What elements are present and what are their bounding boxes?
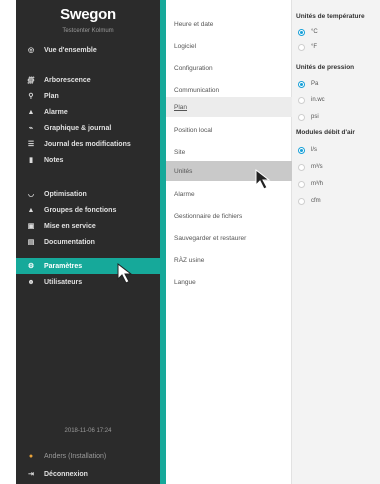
menu-item-configuration[interactable]: Configuration [166,58,292,78]
sidebar-item-label: Documentation [44,238,95,246]
user-icon: ● [28,452,34,460]
sidebar-item-label: Utilisateurs [44,278,83,286]
radio-psi[interactable]: psi [298,111,319,123]
sidebar-item-alarm[interactable]: ▲ Alarme [16,104,160,120]
sidebar-item-tree[interactable]: ∰ Arborescence [16,72,160,88]
bell-icon: ▲ [27,108,35,116]
units-panel: Unités de température °C °F Unités de pr… [292,0,380,484]
settings-menu: Heure et date Logiciel Configuration Com… [166,0,292,484]
sidebar-item-label: Notes [44,156,64,164]
gauge-icon: ◡ [27,191,35,198]
gear-icon: ⚙ [27,263,35,270]
temperature-units-title: Unités de température [296,13,365,20]
sidebar-item-label: Journal des modifications [44,140,131,148]
radio-inwc[interactable]: in.wc [298,94,325,106]
radio-cfm[interactable]: cfm [298,195,321,207]
radio-button[interactable] [298,113,305,121]
radio-button[interactable] [298,43,305,51]
timestamp: 2018-11-06 17:24 [64,428,112,434]
logout-button[interactable]: ⇥ Déconnexion [16,466,160,482]
user-label: Anders (Installation) [44,452,107,460]
menu-item-language[interactable]: Langue [166,272,292,292]
brand-logo: Swegon [60,6,116,23]
menu-item-time-date[interactable]: Heure et date [166,14,292,34]
logout-label: Déconnexion [44,470,88,478]
radio-button[interactable] [298,146,305,154]
tree-icon: ∰ [27,77,35,84]
pressure-units-title: Unités de pression [296,64,355,71]
radio-pa[interactable]: Pa [298,78,318,90]
sidebar-item-label: Vue d'ensemble [44,46,97,54]
sidebar-item-overview[interactable]: ◎ Vue d'ensemble [16,42,160,58]
sidebar-item-function-groups[interactable]: ▲ Groupes de fonctions [16,202,160,218]
note-icon: ▮ [29,157,33,164]
sidebar: Swegon Testcenter Kolmum ◎ Vue d'ensembl… [16,0,166,484]
radio-button[interactable] [298,28,305,36]
sidebar-item-label: Optimisation [44,190,87,198]
logout-icon: ⇥ [28,471,34,478]
cursor-arrow-icon [117,262,133,284]
menu-item-local-position[interactable]: Position local [166,120,292,140]
menu-item-site[interactable]: Site [166,142,292,162]
sidebar-item-label: Alarme [44,108,68,116]
cursor-arrow-icon [255,168,271,190]
radio-fahrenheit[interactable]: °F [298,41,317,53]
list-icon: ☰ [27,141,35,148]
eye-icon: ◎ [27,47,35,54]
sidebar-item-label: Mise en service [44,222,96,230]
sidebar-item-commissioning[interactable]: ▣ Mise en service [16,218,160,234]
sidebar-item-chart[interactable]: ⌁ Graphique & journal [16,120,160,136]
sidebar-item-label: Arborescence [44,76,91,84]
radio-button[interactable] [298,180,305,188]
radio-m3h[interactable]: m³/h [298,178,323,190]
sidebar-item-label: Plan [44,92,59,100]
radio-m3s[interactable]: m³/s [298,161,323,173]
sidebar-item-changelog[interactable]: ☰ Journal des modifications [16,136,160,152]
groups-icon: ▲ [27,206,35,214]
radio-button[interactable] [298,197,305,205]
site-name: Testcenter Kolmum [62,28,114,34]
radio-button[interactable] [298,96,305,104]
menu-item-software[interactable]: Logiciel [166,36,292,56]
sidebar-item-plan[interactable]: ⚲ Plan [16,88,160,104]
sidebar-item-notes[interactable]: ▮ Notes [16,152,160,168]
sidebar-item-label: Groupes de fonctions [44,206,117,214]
commissioning-icon: ▣ [27,223,35,230]
radio-ls[interactable]: l/s [298,144,317,156]
sidebar-item-settings[interactable]: ⚙ Paramètres [16,258,166,274]
radio-celsius[interactable]: °C [298,26,318,38]
sidebar-item-label: Graphique & journal [44,124,112,132]
menu-item-factory-reset[interactable]: RÀZ usine [166,250,292,270]
location-pin-icon: ⚲ [28,93,34,100]
menu-item-plan[interactable]: Plan [166,97,292,117]
chart-icon: ⌁ [28,125,34,132]
document-icon: ▤ [27,239,35,246]
sidebar-item-documentation[interactable]: ▤ Documentation [16,234,160,250]
menu-item-backup-restore[interactable]: Sauvegarder et restaurer [166,228,292,248]
users-icon: ☻ [27,278,35,286]
menu-item-file-manager[interactable]: Gestionnaire de fichiers [166,206,292,226]
sidebar-item-optimisation[interactable]: ◡ Optimisation [16,186,160,202]
sidebar-item-label: Paramètres [44,262,83,270]
radio-button[interactable] [298,163,305,171]
current-user[interactable]: ● Anders (Installation) [16,448,160,464]
airflow-units-title: Modules débit d'air [296,129,355,136]
radio-button[interactable] [298,80,305,88]
